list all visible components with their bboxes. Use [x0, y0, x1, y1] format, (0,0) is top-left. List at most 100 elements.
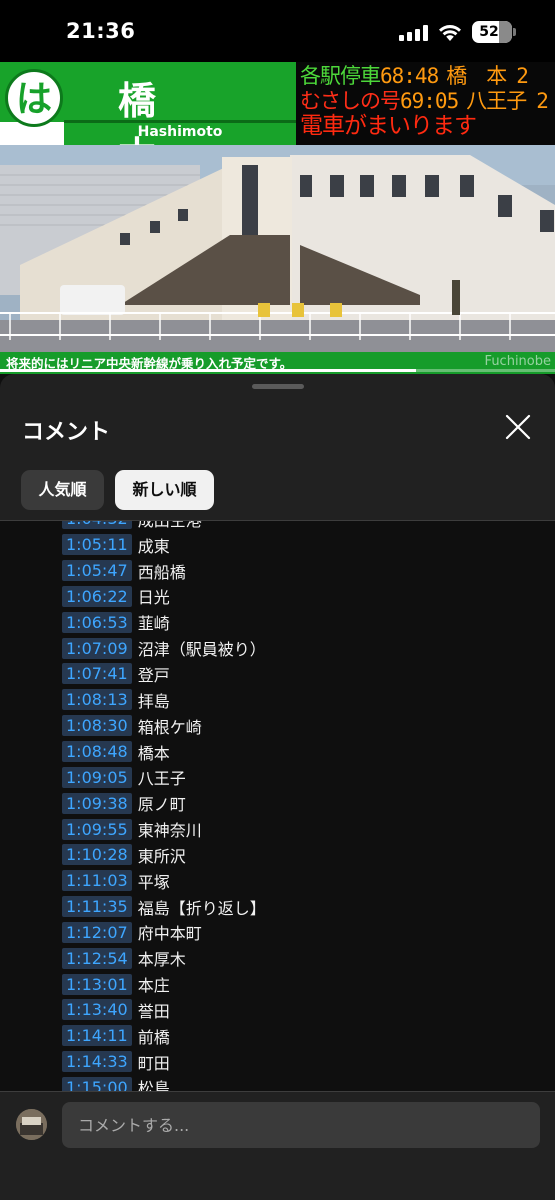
station-badge: は	[5, 69, 63, 127]
station-label: 拝島	[137, 691, 170, 711]
departure-board: 各駅停車68:48 橋 本2 むさしの号69:05 八王子 2 電車がまいります	[296, 62, 555, 145]
list-item: 1:14:11 前橋	[62, 1023, 266, 1049]
station-label: 登戸	[137, 665, 170, 685]
list-item: 1:13:40 誉田	[62, 997, 266, 1023]
sort-chip-popular[interactable]: 人気順	[21, 470, 104, 510]
list-item: 1:05:47 西船橋	[62, 558, 266, 584]
timestamp-link[interactable]: 1:11:35	[62, 896, 132, 918]
station-label: 橋本	[137, 743, 170, 763]
station-label: 成東	[137, 536, 170, 556]
timestamp-link[interactable]: 1:08:48	[62, 741, 132, 763]
station-label: 韮崎	[137, 614, 170, 634]
timestamp-link[interactable]: 1:13:40	[62, 999, 132, 1021]
station-label: 町田	[137, 1053, 170, 1073]
list-item: 1:04:32 成田空港	[62, 521, 266, 532]
sort-chip-newest[interactable]: 新しい順	[115, 470, 214, 510]
list-item: 1:11:03 平塚	[62, 868, 266, 894]
timestamp-link[interactable]: 1:08:30	[62, 715, 132, 737]
station-label: 府中本町	[137, 924, 202, 944]
timestamp-link[interactable]: 1:09:38	[62, 792, 132, 814]
list-item: 1:08:48 橋本	[62, 739, 266, 765]
station-label: 誉田	[137, 1001, 170, 1021]
wifi-icon	[439, 25, 461, 41]
train-type: 各駅停車	[300, 64, 381, 88]
station-building-image	[0, 145, 555, 352]
timestamp-link[interactable]: 1:08:13	[62, 689, 132, 711]
timestamp-link[interactable]: 1:15:00	[62, 1076, 132, 1091]
comment-input[interactable]	[62, 1102, 540, 1148]
departure-time: 68:48	[380, 64, 439, 88]
station-label: 原ノ町	[137, 795, 186, 815]
video-progress-fill	[0, 369, 417, 372]
timestamp-link[interactable]: 1:12:07	[62, 921, 132, 943]
list-item: 1:12:07 府中本町	[62, 920, 266, 946]
station-label: 福島【折り返し】	[137, 898, 266, 918]
station-label: 松島	[137, 1079, 170, 1091]
timestamp-link[interactable]: 1:13:01	[62, 973, 132, 995]
station-label: 前橋	[137, 1027, 170, 1047]
destination: 橋 本	[446, 64, 507, 88]
list-item: 1:15:00 松島	[62, 1075, 266, 1091]
timestamp-link[interactable]: 1:09:55	[62, 818, 132, 840]
list-item: 1:08:30 箱根ケ崎	[62, 713, 266, 739]
close-icon[interactable]	[503, 412, 533, 442]
battery-icon: 52	[472, 21, 512, 43]
list-item: 1:09:38 原ノ町	[62, 790, 266, 816]
timestamp-link[interactable]: 1:06:53	[62, 611, 132, 633]
station-romaji: Hashimoto	[137, 124, 223, 140]
arrival-message: 電車がまいります	[300, 113, 477, 139]
battery-nub	[513, 28, 516, 36]
comments-panel: コメント 人気順 新しい順 1:04:32成田空港1:05:11成東1:05:4…	[0, 374, 555, 1200]
timestamp-link[interactable]: 1:09:05	[62, 766, 132, 788]
station-label: 西船橋	[137, 562, 186, 582]
panel-title: コメント	[22, 420, 111, 445]
timestamp-link[interactable]: 1:11:03	[62, 870, 132, 892]
list-item: 1:09:55 東神奈川	[62, 816, 266, 842]
departure-row-2: むさしの号69:05 八王子 2	[300, 89, 549, 114]
drag-handle[interactable]	[252, 384, 304, 389]
timestamp-link[interactable]: 1:06:22	[62, 585, 132, 607]
comment-compose-bar	[0, 1092, 555, 1200]
timestamp-link[interactable]: 1:05:11	[62, 534, 132, 556]
list-item: 1:12:54 本厚木	[62, 945, 266, 971]
list-item: 1:09:05 八王子	[62, 764, 266, 790]
channel-watermark: Fuchinobe	[484, 354, 551, 369]
station-label: 本庄	[137, 976, 170, 996]
list-item: 1:06:53 韮崎	[62, 609, 266, 635]
destination: 八王子	[466, 89, 527, 113]
list-item: 1:07:09 沼津（駅員被り）	[62, 635, 266, 661]
timestamp-list: 1:04:32成田空港1:05:11成東1:05:47西船橋1:06:22日光1…	[62, 521, 266, 1091]
comment-scroll-area[interactable]: 1:04:32成田空港1:05:11成東1:05:47西船橋1:06:22日光1…	[0, 521, 555, 1091]
video-progress-bar[interactable]	[0, 369, 555, 372]
car-count: 2	[536, 89, 549, 113]
car-count: 2	[516, 64, 529, 88]
train-type: むさしの号	[300, 89, 401, 113]
status-time: 21:36	[66, 19, 136, 43]
station-sign: は 橋 本 Hashimoto	[0, 62, 296, 178]
station-label: 箱根ケ崎	[137, 717, 202, 737]
timestamp-link[interactable]: 1:14:33	[62, 1051, 132, 1073]
list-item: 1:05:11 成東	[62, 532, 266, 558]
battery-level: 52	[479, 24, 499, 40]
timestamp-link[interactable]: 1:10:28	[62, 844, 132, 866]
station-label: 東神奈川	[137, 821, 202, 841]
station-label: 沼津（駅員被り）	[137, 640, 266, 660]
station-label: 東所沢	[137, 846, 186, 866]
timestamp-link[interactable]: 1:14:11	[62, 1025, 132, 1047]
timestamp-link[interactable]: 1:05:47	[62, 560, 132, 582]
station-label: 本厚木	[137, 950, 186, 970]
video-player[interactable]: は 橋 本 Hashimoto 各駅停車68:48 橋 本 2 むさしの号69:05…	[0, 62, 555, 374]
list-item: 1:07:41 登戸	[62, 661, 266, 687]
timestamp-link[interactable]: 1:07:09	[62, 637, 132, 659]
timestamp-link[interactable]: 1:07:41	[62, 663, 132, 685]
departure-row-1: 各駅停車68:48 橋 本 2	[300, 64, 529, 89]
station-label: 成田空港	[138, 521, 202, 531]
list-item: 1:13:01 本庄	[62, 971, 266, 997]
timestamp-link[interactable]: 1:12:54	[62, 947, 132, 969]
list-item: 1:14:33 町田	[62, 1049, 266, 1075]
list-item: 1:10:28 東所沢	[62, 842, 266, 868]
list-item: 1:11:35 福島【折り返し】	[62, 894, 266, 920]
timestamp-link[interactable]: 1:04:32	[62, 521, 132, 530]
station-label: 日光	[137, 588, 170, 608]
station-label: 八王子	[137, 769, 186, 789]
